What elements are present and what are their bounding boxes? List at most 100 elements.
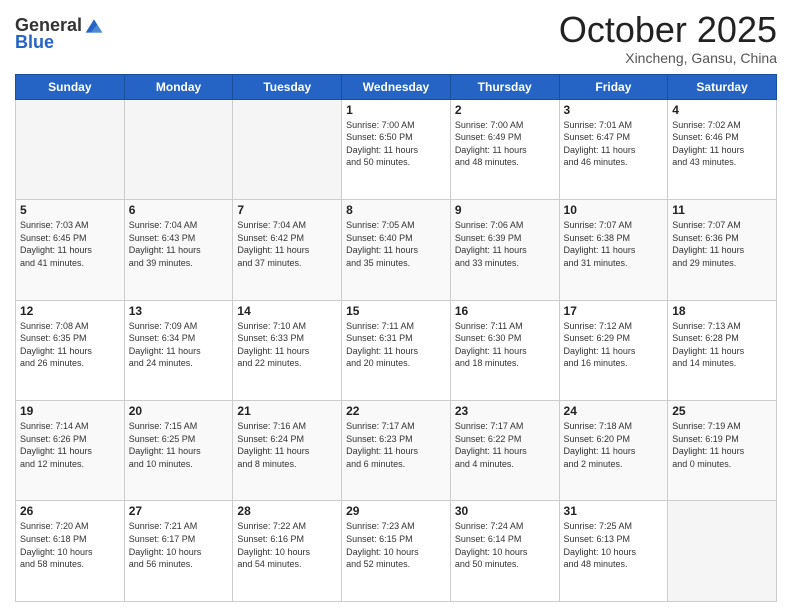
calendar-cell: 19Sunrise: 7:14 AM Sunset: 6:26 PM Dayli… [16, 401, 125, 501]
day-info: Sunrise: 7:02 AM Sunset: 6:46 PM Dayligh… [672, 119, 772, 169]
calendar-cell: 16 Sunrise: 7:11 AM Sunset: 6:30 PM Dayli… [450, 300, 559, 400]
title-block: October 2025 Xincheng, Gansu, China [559, 10, 777, 66]
day-number: 17 [564, 304, 664, 318]
day-info: Sunrise: 7:16 AM Sunset: 6:24 PM Dayligh… [237, 420, 337, 470]
day-number: 22 [346, 404, 446, 418]
day-number: 26 [20, 504, 120, 518]
day-number: 13 [129, 304, 229, 318]
calendar-cell: 12 Sunrise: 7:08 AM Sunset: 6:35 PM Dayli… [16, 300, 125, 400]
day-info: Sunrise: 7:08 AM Sunset: 6:35 PM Dayligh… [20, 320, 120, 370]
col-header-friday: Friday [559, 74, 668, 99]
day-number: 21 [237, 404, 337, 418]
day-number: 15 [346, 304, 446, 318]
day-number: 31 [564, 504, 664, 518]
page: General Blue October 2025 Xincheng, Gans… [0, 0, 792, 612]
day-number: 10 [564, 203, 664, 217]
day-info: Sunrise: 7:23 AM Sunset: 6:15 PM Dayligh… [346, 520, 446, 570]
day-info: Sunrise: 7:11 AM Sunset: 6:30 PM Dayligh… [455, 320, 555, 370]
day-info: Sunrise: 7:21 AM Sunset: 6:17 PM Dayligh… [129, 520, 229, 570]
col-header-saturday: Saturday [668, 74, 777, 99]
day-info: Sunrise: 7:07 AM Sunset: 6:38 PM Dayligh… [564, 219, 664, 269]
day-number: 29 [346, 504, 446, 518]
col-header-sunday: Sunday [16, 74, 125, 99]
calendar-cell: 14 Sunrise: 7:10 AM Sunset: 6:33 PM Dayli… [233, 300, 342, 400]
day-info: Sunrise: 7:19 AM Sunset: 6:19 PM Dayligh… [672, 420, 772, 470]
calendar-cell: 28Sunrise: 7:22 AM Sunset: 6:16 PM Dayli… [233, 501, 342, 602]
col-header-thursday: Thursday [450, 74, 559, 99]
calendar-cell: 17 Sunrise: 7:12 AM Sunset: 6:29 PM Dayli… [559, 300, 668, 400]
day-info: Sunrise: 7:07 AM Sunset: 6:36 PM Dayligh… [672, 219, 772, 269]
calendar-cell: 31 Sunrise: 7:25 AM Sunset: 6:13 PM Dayli… [559, 501, 668, 602]
week-row-4: 19Sunrise: 7:14 AM Sunset: 6:26 PM Dayli… [16, 401, 777, 501]
day-info: Sunrise: 7:06 AM Sunset: 6:39 PM Dayligh… [455, 219, 555, 269]
day-number: 7 [237, 203, 337, 217]
day-number: 2 [455, 103, 555, 117]
day-info: Sunrise: 7:17 AM Sunset: 6:23 PM Dayligh… [346, 420, 446, 470]
day-number: 25 [672, 404, 772, 418]
day-number: 19 [20, 404, 120, 418]
day-number: 8 [346, 203, 446, 217]
calendar-cell: 5 Sunrise: 7:03 AM Sunset: 6:45 PM Daylig… [16, 200, 125, 300]
month-title: October 2025 [559, 10, 777, 50]
day-number: 27 [129, 504, 229, 518]
calendar-cell: 24Sunrise: 7:18 AM Sunset: 6:20 PM Dayli… [559, 401, 668, 501]
day-number: 11 [672, 203, 772, 217]
calendar-cell: 7 Sunrise: 7:04 AM Sunset: 6:42 PM Daylig… [233, 200, 342, 300]
calendar-table: SundayMondayTuesdayWednesdayThursdayFrid… [15, 74, 777, 602]
col-header-monday: Monday [124, 74, 233, 99]
day-info: Sunrise: 7:05 AM Sunset: 6:40 PM Dayligh… [346, 219, 446, 269]
day-info: Sunrise: 7:17 AM Sunset: 6:22 PM Dayligh… [455, 420, 555, 470]
day-info: Sunrise: 7:01 AM Sunset: 6:47 PM Dayligh… [564, 119, 664, 169]
calendar-cell: 4 Sunrise: 7:02 AM Sunset: 6:46 PM Daylig… [668, 99, 777, 199]
day-info: Sunrise: 7:10 AM Sunset: 6:33 PM Dayligh… [237, 320, 337, 370]
calendar-cell [124, 99, 233, 199]
calendar-cell: 6 Sunrise: 7:04 AM Sunset: 6:43 PM Daylig… [124, 200, 233, 300]
calendar-cell: 13 Sunrise: 7:09 AM Sunset: 6:34 PM Dayli… [124, 300, 233, 400]
day-info: Sunrise: 7:15 AM Sunset: 6:25 PM Dayligh… [129, 420, 229, 470]
day-number: 14 [237, 304, 337, 318]
calendar-cell: 1 Sunrise: 7:00 AM Sunset: 6:50 PM Daylig… [342, 99, 451, 199]
calendar-cell [16, 99, 125, 199]
day-number: 5 [20, 203, 120, 217]
day-info: Sunrise: 7:13 AM Sunset: 6:28 PM Dayligh… [672, 320, 772, 370]
day-number: 6 [129, 203, 229, 217]
calendar-cell: 25 Sunrise: 7:19 AM Sunset: 6:19 PM Dayli… [668, 401, 777, 501]
day-info: Sunrise: 7:18 AM Sunset: 6:20 PM Dayligh… [564, 420, 664, 470]
calendar-cell: 26Sunrise: 7:20 AM Sunset: 6:18 PM Dayli… [16, 501, 125, 602]
day-info: Sunrise: 7:03 AM Sunset: 6:45 PM Dayligh… [20, 219, 120, 269]
calendar-cell: 8 Sunrise: 7:05 AM Sunset: 6:40 PM Daylig… [342, 200, 451, 300]
calendar-cell: 21 Sunrise: 7:16 AM Sunset: 6:24 PM Dayli… [233, 401, 342, 501]
day-number: 3 [564, 103, 664, 117]
calendar-cell: 22 Sunrise: 7:17 AM Sunset: 6:23 PM Dayli… [342, 401, 451, 501]
calendar-cell: 23 Sunrise: 7:17 AM Sunset: 6:22 PM Dayli… [450, 401, 559, 501]
calendar-cell: 30Sunrise: 7:24 AM Sunset: 6:14 PM Dayli… [450, 501, 559, 602]
day-number: 23 [455, 404, 555, 418]
day-info: Sunrise: 7:04 AM Sunset: 6:42 PM Dayligh… [237, 219, 337, 269]
week-row-2: 5 Sunrise: 7:03 AM Sunset: 6:45 PM Daylig… [16, 200, 777, 300]
header: General Blue October 2025 Xincheng, Gans… [15, 10, 777, 66]
day-info: Sunrise: 7:11 AM Sunset: 6:31 PM Dayligh… [346, 320, 446, 370]
calendar-cell: 20Sunrise: 7:15 AM Sunset: 6:25 PM Dayli… [124, 401, 233, 501]
day-info: Sunrise: 7:00 AM Sunset: 6:50 PM Dayligh… [346, 119, 446, 169]
day-number: 12 [20, 304, 120, 318]
day-info: Sunrise: 7:25 AM Sunset: 6:13 PM Dayligh… [564, 520, 664, 570]
day-info: Sunrise: 7:04 AM Sunset: 6:43 PM Dayligh… [129, 219, 229, 269]
logo-icon [84, 16, 104, 36]
day-info: Sunrise: 7:12 AM Sunset: 6:29 PM Dayligh… [564, 320, 664, 370]
day-number: 9 [455, 203, 555, 217]
calendar-cell [668, 501, 777, 602]
day-info: Sunrise: 7:09 AM Sunset: 6:34 PM Dayligh… [129, 320, 229, 370]
col-header-tuesday: Tuesday [233, 74, 342, 99]
calendar-cell [233, 99, 342, 199]
week-row-3: 12 Sunrise: 7:08 AM Sunset: 6:35 PM Dayli… [16, 300, 777, 400]
day-number: 16 [455, 304, 555, 318]
day-number: 1 [346, 103, 446, 117]
day-number: 30 [455, 504, 555, 518]
calendar-cell: 2 Sunrise: 7:00 AM Sunset: 6:49 PM Daylig… [450, 99, 559, 199]
calendar-cell: 10 Sunrise: 7:07 AM Sunset: 6:38 PM Dayli… [559, 200, 668, 300]
day-info: Sunrise: 7:22 AM Sunset: 6:16 PM Dayligh… [237, 520, 337, 570]
day-number: 4 [672, 103, 772, 117]
calendar-cell: 11 Sunrise: 7:07 AM Sunset: 6:36 PM Dayli… [668, 200, 777, 300]
week-row-1: 1 Sunrise: 7:00 AM Sunset: 6:50 PM Daylig… [16, 99, 777, 199]
day-info: Sunrise: 7:00 AM Sunset: 6:49 PM Dayligh… [455, 119, 555, 169]
